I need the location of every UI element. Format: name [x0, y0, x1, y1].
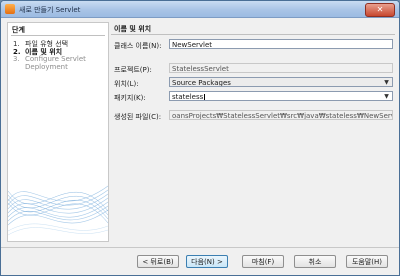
location-label: 위치(L):: [114, 80, 139, 88]
back-button[interactable]: < 뒤로(B): [137, 255, 179, 268]
button-bar-divider: [1, 247, 399, 248]
title-bar[interactable]: 새로 만들기 Servlet ✕: [1, 1, 399, 18]
steps-panel: 단계 1. 파일 유형 선택 2. 이름 및 위치 3. Configure Serv…: [7, 22, 109, 242]
cancel-button[interactable]: 취소: [294, 255, 336, 268]
step-3-label-line2: Deployment: [25, 63, 68, 71]
new-servlet-dialog: 새로 만들기 Servlet ✕ 단계 1. 파일 유형 선택 2. 이름 및 위치…: [0, 0, 400, 276]
location-dropdown[interactable]: Source Packages ▼: [169, 77, 393, 87]
package-label: 패키지(K):: [114, 94, 146, 102]
next-button[interactable]: 다음(N) >: [186, 255, 228, 268]
decorative-wave-graphic: [8, 185, 108, 236]
package-chevron-down-icon[interactable]: ▼: [381, 92, 392, 100]
project-field: StatelessServlet: [169, 63, 393, 73]
class-name-input[interactable]: NewServlet: [169, 39, 393, 49]
class-name-value: NewServlet: [172, 41, 213, 49]
location-value: Source Packages: [172, 79, 231, 87]
created-file-value: oansProjects₩StatelessServlet₩src₩java₩s…: [172, 112, 393, 120]
class-name-label: 클래스 이름(N):: [114, 42, 162, 50]
netbeans-app-icon: [5, 4, 15, 14]
step-3-continued: Deployment: [13, 63, 68, 71]
created-file-label: 생성된 파일(C):: [114, 113, 162, 121]
steps-divider: [11, 35, 105, 36]
package-value: stateless: [172, 93, 204, 101]
text-cursor: [204, 93, 206, 100]
finish-button[interactable]: 마침(F): [242, 255, 284, 268]
step-3-number: 3.: [13, 55, 20, 63]
section-divider: [111, 34, 395, 35]
name-location-panel: 이름 및 위치 클래스 이름(N): NewServlet 프로젝트(P): S…: [111, 22, 395, 240]
step-3: 3. Configure Servlet: [13, 55, 86, 63]
created-file-field: oansProjects₩StatelessServlet₩src₩java₩s…: [169, 110, 393, 120]
close-button[interactable]: ✕: [365, 3, 395, 17]
project-value: StatelessServlet: [172, 65, 229, 73]
package-combobox[interactable]: stateless ▼: [169, 91, 393, 101]
project-label: 프로젝트(P):: [114, 66, 152, 74]
step-3-label: Configure Servlet: [25, 55, 86, 63]
help-button[interactable]: 도움말(H): [346, 255, 388, 268]
location-chevron-down-icon[interactable]: ▼: [381, 78, 392, 86]
window-title: 새로 만들기 Servlet: [19, 6, 81, 14]
section-title: 이름 및 위치: [114, 25, 152, 33]
steps-title: 단계: [12, 26, 25, 34]
